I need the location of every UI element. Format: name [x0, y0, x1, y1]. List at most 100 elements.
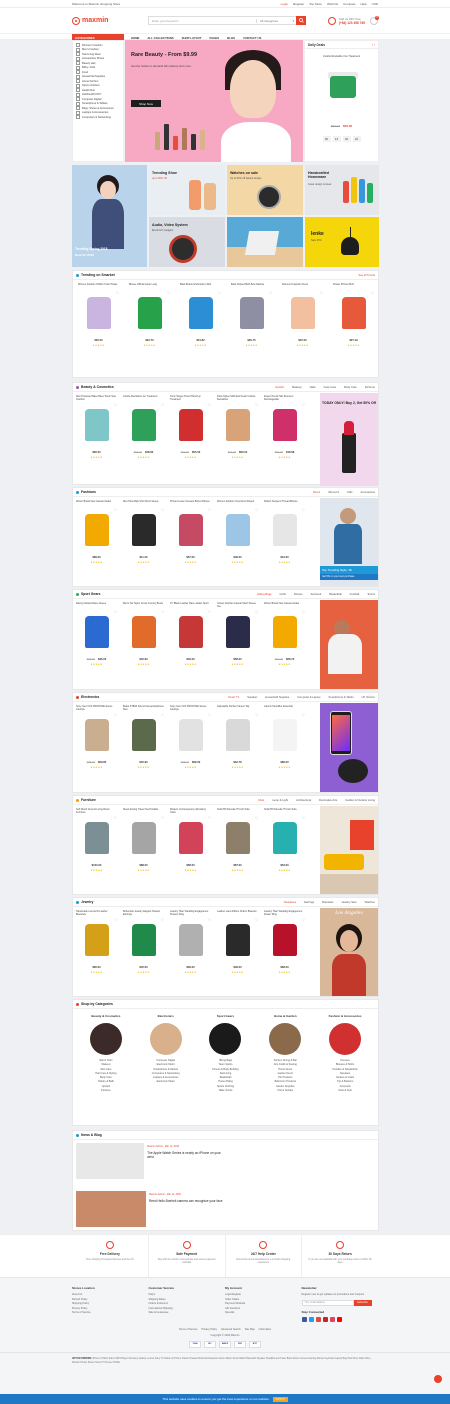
product-name[interactable]: xiaomi Humidifier Essential [264, 705, 305, 712]
shop-now-button[interactable]: Shop Now [131, 100, 161, 107]
jewelry-promo[interactable]: Los Angeles [320, 908, 378, 996]
menu-blog[interactable]: BLOG [227, 36, 235, 40]
product-image[interactable] [218, 510, 258, 550]
product-image[interactable] [171, 612, 211, 652]
tab-item[interactable]: Lamp & Light [272, 799, 288, 802]
banner-lenke[interactable]: lenke Sale 25% [305, 217, 379, 267]
pinterest-icon[interactable] [322, 1316, 328, 1322]
product-name[interactable]: Racing Striped Race Gloves [76, 602, 117, 609]
product-name[interactable]: Back Button Embroidery Skirt [180, 283, 221, 290]
product-card[interactable]: Back Button Embroidery Skirt ♡ $31.82 ★★★★★ [177, 281, 224, 349]
category-image[interactable] [269, 1023, 302, 1055]
tab-item[interactable]: Women's [328, 491, 339, 494]
tab-item[interactable]: Accessories [361, 491, 376, 494]
product-image[interactable] [171, 920, 211, 960]
tab-item[interactable]: Perfume [365, 386, 375, 389]
tab-item[interactable]: Smartphone & Tablet [328, 696, 353, 699]
currency-select[interactable]: USD [372, 2, 378, 6]
product-card[interactable]: Printed Loose Sunsets Button Blouse ♡ $57.… [167, 498, 214, 566]
category-heading[interactable]: Home & Garden [255, 1014, 315, 1018]
product-card[interactable]: Winter Brand New Casual Jacket ♡ $60.00 $68… [261, 600, 308, 668]
menu-pages[interactable]: PAGES [210, 36, 220, 40]
product-card[interactable]: Blouse Official Letter Long ♡ $22.70 ★★★★★ [126, 281, 173, 349]
electronics-promo[interactable] [320, 703, 378, 792]
product-name[interactable]: Bohemian Jewelry Elegant Tassels Earring… [123, 910, 164, 917]
product-image[interactable] [124, 715, 164, 755]
search-input[interactable]: Enter your keyword... [149, 19, 256, 23]
product-name[interactable]: Sofa PR Parnelia 75 Inch Sofa [217, 808, 258, 815]
tab-item[interactable]: Architectural [296, 799, 311, 802]
tab-item[interactable]: Decorative Arts [319, 799, 337, 802]
product-image[interactable] [77, 510, 117, 550]
category-heading[interactable]: Sport Gears [196, 1014, 256, 1018]
news-title[interactable]: Reed Hello Boeheli camera can recognize … [149, 1199, 223, 1203]
tab-item[interactable]: Watches [365, 901, 375, 904]
tab-item[interactable]: Garden & Outdoor Living [345, 799, 375, 802]
product-name[interactable]: Leather Lace Ribbon Charm Bracelet [217, 910, 258, 917]
product-name[interactable]: Modern Contemporary Upholstery Chair [170, 808, 211, 815]
product-name[interactable]: Winter Brand New Casual Jacket [76, 500, 117, 507]
sidebar-item[interactable]: Computers & Networking [73, 115, 123, 120]
product-card[interactable]: Jewelry Titan Wedding Engagement Flowers… [167, 908, 214, 976]
product-card[interactable]: Women Fashion Chiffon Color Pleats ♡ $30.0… [75, 281, 122, 349]
product-name[interactable]: Women Fashion Oversized Striped [217, 500, 258, 507]
tab-item[interactable]: Hiking Bags [257, 593, 271, 596]
product-image[interactable] [181, 293, 221, 333]
product-name[interactable]: Blouse Official Letter Long [129, 283, 170, 290]
category-link[interactable]: Home Textiles [255, 1089, 315, 1093]
product-card[interactable]: Beats STB32 Sound Cancel Earphone Red ♡ $4… [120, 703, 167, 771]
product-card[interactable]: Unisex Fashion Casual Short Sleeve Tee ♡ $… [214, 600, 261, 668]
product-card[interactable]: TC Black Leather Race Jacket Sport ♡ $46.0… [167, 600, 214, 668]
product-card[interactable]: Sony Ivan VOX PROPOSE Series Lifestyle ♡ $… [73, 703, 120, 771]
tab-item[interactable]: Bracelets [322, 901, 333, 904]
deals-nav-arrows[interactable]: ‹ › [372, 43, 375, 47]
tab-item[interactable]: Jewelry Sets [341, 901, 356, 904]
deal-product-image[interactable] [320, 66, 364, 110]
tab-item[interactable]: Necklaces [284, 901, 296, 904]
product-card[interactable]: Sony Ivan VOX PROPOSE Series Lifestyle ♡ $… [167, 703, 214, 771]
product-card[interactable]: Men Plus Male Shirt Short Sleeve ♡ $11.30 ★… [120, 498, 167, 566]
tab-item[interactable]: Kids [347, 491, 352, 494]
category-heading[interactable]: Fashion & Accessories [315, 1014, 375, 1018]
product-image[interactable] [130, 293, 170, 333]
product-card[interactable]: Racing Striped Race Gloves ♡ $55.00 $36.00 ★… [73, 600, 120, 668]
compare-link[interactable]: Compare [343, 2, 355, 6]
tab-item[interactable]: Body Care [344, 386, 357, 389]
product-name[interactable]: Flower Printed Shirt [333, 283, 374, 290]
see-all-link[interactable]: See all Trends [358, 274, 375, 277]
product-image[interactable] [334, 293, 374, 333]
news-title[interactable]: The Apple Watch Series is nearly an iPho… [147, 1151, 226, 1159]
category-link[interactable]: Electronic Motor [136, 1080, 196, 1084]
product-name[interactable]: Tonic Tangel Tinted Hand Lip Treatment [170, 395, 211, 402]
product-card[interactable]: Back Striped Birth Bow Dashes ♡ $30.75 ★★★★… [228, 281, 275, 349]
product-card[interactable]: Robert Suspend Thread Blouse ♡ $34.00 ★★★★★ [261, 498, 308, 566]
product-image[interactable] [218, 920, 258, 960]
product-name[interactable]: TC Black Leather Race Jacket Sport [170, 602, 211, 609]
product-name[interactable]: Sony Ivan VOX PROPOSE Series Lifestyle [170, 705, 211, 712]
sport-promo[interactable] [320, 600, 378, 689]
tab-item[interactable]: Basketball [329, 593, 341, 596]
tab-item[interactable]: Fitness [294, 593, 303, 596]
register-link[interactable]: Register [293, 2, 304, 6]
product-name[interactable]: Jewelry Titan Wedding Engagement Flower … [264, 910, 305, 917]
fashion-promo[interactable]: Top Trending Style '18 Get 5% on your ne… [320, 498, 378, 586]
tab-item[interactable]: UK Version [362, 696, 375, 699]
product-card[interactable]: Cuticle Revitalizer Ice Treatment ♡ $56.00… [120, 393, 167, 461]
product-card[interactable]: Sleek Setting Travel Tea Portable ♡ $88.00… [120, 806, 167, 874]
banner-homeware[interactable]: Handcrafted Homeware Great design & idea… [305, 165, 379, 215]
product-image[interactable] [218, 405, 258, 445]
menu-collections[interactable]: ALL COLLECTIONS [147, 36, 173, 40]
help-link[interactable]: Help [360, 2, 366, 6]
category-link[interactable]: Perfume [76, 1089, 136, 1093]
product-name[interactable]: Cuticle Revitalizer Ice Treatment [123, 395, 164, 402]
product-name[interactable]: Expert Pencil Hair Remover Rechargeable [264, 395, 305, 402]
product-card[interactable]: Skin Protected Base Base Touch Spa Cushi… [73, 393, 120, 461]
product-name[interactable]: Back Striped Birth Bow Dashes [231, 283, 272, 290]
news-item[interactable]: Maxmin Admin - Mar 12, 2018 The Apple Wat… [76, 1143, 226, 1189]
product-image[interactable] [171, 405, 211, 445]
product-name[interactable]: Sony Ivan VOX PROPOSE Series Lifestyle [76, 705, 117, 712]
product-image[interactable] [171, 510, 211, 550]
product-name[interactable]: Women Fashion Chiffon Color Pleats [78, 283, 119, 290]
product-image[interactable] [265, 920, 305, 960]
furniture-promo[interactable] [320, 806, 378, 894]
